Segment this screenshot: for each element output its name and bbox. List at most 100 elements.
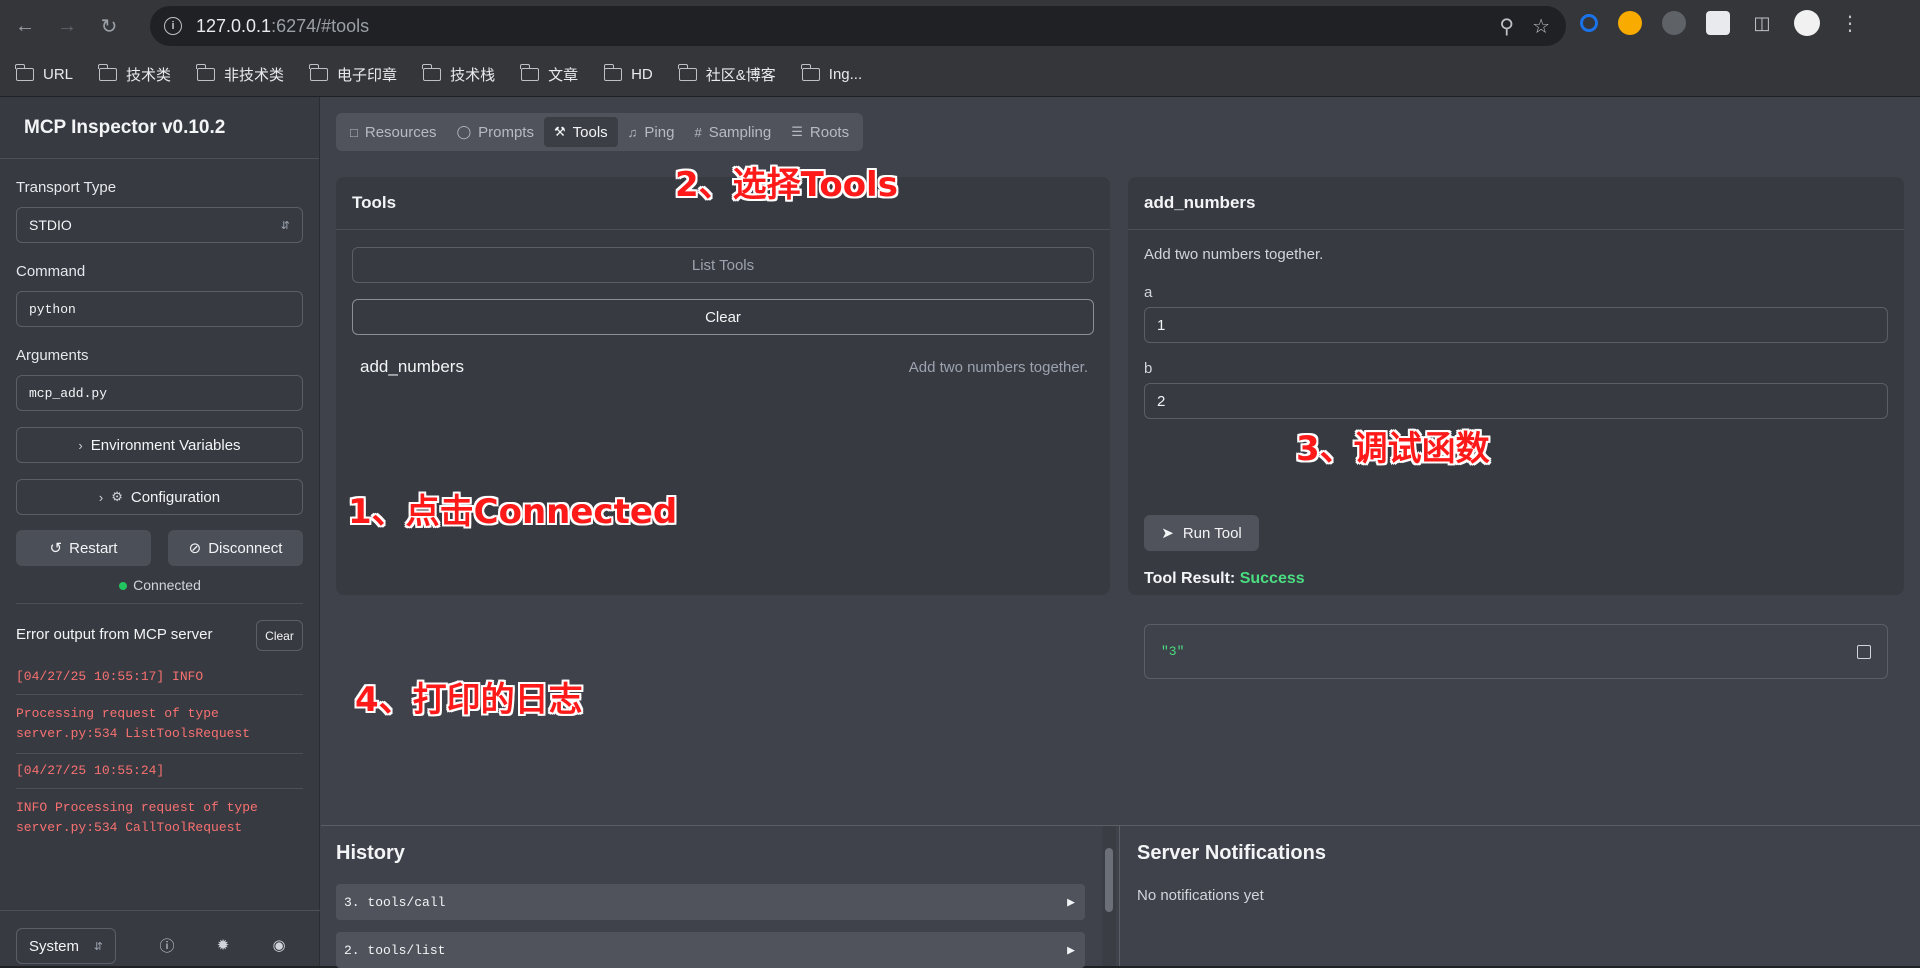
bookmarks-bar: URL 技术类 非技术类 电子印章 技术栈 文章 HD 社区&博客 Ing... bbox=[0, 52, 1920, 97]
divider bbox=[16, 694, 303, 695]
unplug-icon: ⊘ bbox=[188, 540, 202, 557]
extension-mask-icon[interactable] bbox=[1706, 11, 1730, 35]
zoom-icon[interactable]: ⚲ bbox=[1499, 14, 1514, 39]
bottom-panels: History 3. tools/call ▶ 2. tools/list ▶ … bbox=[321, 825, 1920, 968]
extension-glasses-icon[interactable] bbox=[1662, 11, 1686, 35]
divider bbox=[16, 753, 303, 754]
chevron-updown-icon: ⇵ bbox=[280, 219, 290, 232]
tool-result-heading: Tool Result: Success bbox=[1144, 570, 1305, 588]
reload-icon[interactable]: ↻ bbox=[92, 9, 126, 43]
arguments-input[interactable]: mcp_add.py bbox=[16, 375, 303, 411]
tool-result-label: Tool Result: bbox=[1144, 570, 1236, 587]
folder-icon bbox=[678, 63, 697, 81]
disconnect-button[interactable]: ⊘ Disconnect bbox=[168, 530, 303, 566]
bell-icon: ♫ bbox=[627, 124, 638, 140]
site-info-icon[interactable]: i bbox=[164, 17, 182, 35]
list-tools-button[interactable]: List Tools bbox=[352, 247, 1094, 283]
tab-prompts[interactable]: ◯ Prompts bbox=[447, 117, 544, 147]
folder-icon bbox=[15, 63, 34, 81]
tools-panel-title: Tools bbox=[352, 193, 397, 212]
extension-blue-icon[interactable] bbox=[1580, 14, 1598, 32]
restart-button[interactable]: ↺ Restart bbox=[16, 530, 151, 566]
folder-icon bbox=[196, 63, 216, 81]
extension-color-icon[interactable] bbox=[1618, 11, 1642, 35]
profile-avatar[interactable] bbox=[1794, 10, 1820, 36]
connection-status: Connected bbox=[0, 577, 320, 593]
file-icon: □ bbox=[350, 124, 358, 140]
github-icon[interactable]: ◉ bbox=[270, 936, 288, 954]
clear-tools-button[interactable]: Clear bbox=[352, 299, 1094, 335]
annotation-step-1: 1、点击Connected bbox=[348, 492, 678, 532]
param-b-input[interactable]: 2 bbox=[1144, 383, 1888, 419]
restart-label: Restart bbox=[69, 539, 118, 557]
tab-ping[interactable]: ♫ Ping bbox=[618, 117, 685, 147]
folder-icon bbox=[98, 63, 118, 81]
address-bar[interactable]: i 127.0.0.1:6274/#tools ⚲ ☆ bbox=[150, 6, 1566, 46]
divider bbox=[16, 788, 303, 789]
bookmark-folder[interactable]: URL bbox=[15, 63, 73, 83]
history-title: History bbox=[336, 842, 405, 864]
chevron-right-icon: › bbox=[98, 489, 104, 505]
tab-tools[interactable]: ⚒ Tools bbox=[543, 117, 618, 147]
expand-play-icon[interactable]: ▶ bbox=[1067, 943, 1075, 958]
bug-icon[interactable]: ✹ bbox=[214, 936, 232, 954]
param-a-input[interactable]: 1 bbox=[1144, 307, 1888, 343]
folder-icon bbox=[603, 63, 623, 81]
configuration-button[interactable]: › ⚙ Configuration bbox=[16, 479, 303, 515]
param-b-label: b bbox=[1144, 360, 1153, 377]
transport-value: STDIO bbox=[29, 217, 72, 233]
tool-result-box: "3" bbox=[1144, 624, 1888, 679]
bookmark-folder[interactable]: 技术类 bbox=[98, 63, 171, 85]
gear-icon: ⚙ bbox=[111, 489, 123, 504]
history-item[interactable]: 3. tools/call ▶ bbox=[336, 884, 1085, 920]
bookmark-folder[interactable]: 技术栈 bbox=[422, 63, 495, 85]
environment-variables-button[interactable]: › Environment Variables bbox=[16, 427, 303, 463]
copy-icon[interactable] bbox=[1857, 644, 1871, 659]
theme-value: System bbox=[29, 937, 80, 955]
error-clear-button[interactable]: Clear bbox=[256, 620, 303, 651]
tab-bar: □ Resources ◯ Prompts ⚒ Tools ♫ Ping # Sampli… bbox=[336, 113, 864, 151]
forward-icon[interactable]: → bbox=[50, 9, 84, 43]
browser-menu-icon[interactable]: ⋮ bbox=[1840, 11, 1860, 36]
expand-play-icon[interactable]: ▶ bbox=[1067, 895, 1075, 910]
help-icon[interactable]: ⓘ bbox=[158, 936, 176, 955]
log-entry: [04/27/25 10:55:24] bbox=[16, 763, 165, 778]
folder-tree-icon: ☰ bbox=[791, 124, 803, 139]
url-text[interactable]: 127.0.0.1:6274/#tools bbox=[196, 16, 369, 37]
transport-select[interactable]: STDIO ⇵ bbox=[16, 207, 303, 243]
history-scrollbar[interactable] bbox=[1102, 826, 1116, 966]
bookmark-folder[interactable]: Ing... bbox=[801, 63, 862, 83]
notifications-empty: No notifications yet bbox=[1137, 887, 1264, 904]
divider bbox=[1128, 229, 1904, 230]
history-item-label: 2. tools/list bbox=[344, 942, 446, 958]
tool-result-value: "3" bbox=[1161, 644, 1185, 659]
restart-icon: ↺ bbox=[49, 540, 63, 557]
log-entry: [04/27/25 10:55:17] INFO bbox=[16, 669, 204, 684]
bookmark-star-icon[interactable]: ☆ bbox=[1532, 14, 1550, 39]
theme-select[interactable]: System ⇵ bbox=[16, 928, 116, 964]
tab-roots[interactable]: ☰ Roots bbox=[781, 117, 859, 147]
bookmark-folder[interactable]: 文章 bbox=[520, 63, 578, 85]
history-item[interactable]: 2. tools/list ▶ bbox=[336, 932, 1085, 968]
bookmark-folder[interactable]: 社区&博客 bbox=[678, 63, 776, 85]
command-input[interactable]: python bbox=[16, 291, 303, 327]
annotation-step-2: 2、选择Tools bbox=[675, 165, 898, 205]
send-icon: ➤ bbox=[1161, 525, 1174, 542]
bookmark-folder[interactable]: 非技术类 bbox=[196, 63, 284, 85]
tool-list-item[interactable]: add_numbers Add two numbers together. bbox=[360, 357, 1088, 377]
run-tool-label: Run Tool bbox=[1182, 524, 1242, 542]
panel-resize-divider[interactable] bbox=[1119, 826, 1120, 966]
tab-resources[interactable]: □ Resources bbox=[340, 117, 447, 147]
annotation-step-3: 3、调试函数 bbox=[1296, 429, 1490, 469]
bookmark-folder[interactable]: HD bbox=[603, 63, 653, 83]
back-icon[interactable]: ← bbox=[8, 9, 42, 43]
extensions-puzzle-icon[interactable]: ◫ bbox=[1750, 11, 1774, 35]
bookmark-folder[interactable]: 电子印章 bbox=[309, 63, 397, 85]
log-entry: Processing request of type server.py:534… bbox=[16, 706, 251, 741]
run-tool-button[interactable]: ➤ Run Tool bbox=[1144, 515, 1259, 551]
param-a-label: a bbox=[1144, 284, 1153, 301]
status-text: Connected bbox=[133, 577, 201, 593]
scrollbar-thumb[interactable] bbox=[1105, 848, 1113, 912]
tab-sampling[interactable]: # Sampling bbox=[684, 117, 781, 147]
folder-icon bbox=[309, 63, 329, 81]
